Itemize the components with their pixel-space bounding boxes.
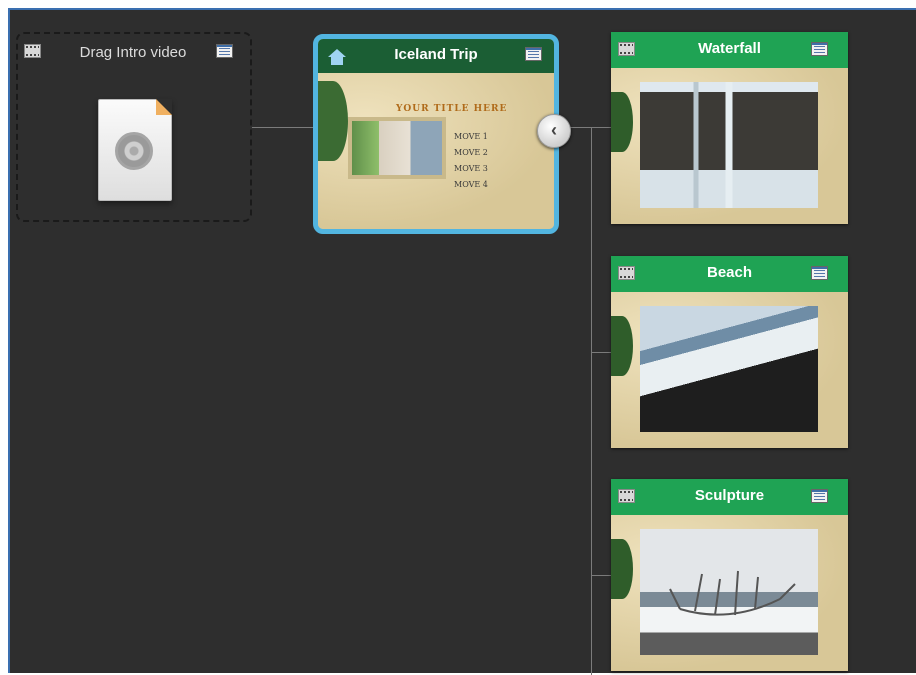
menu-list-icon[interactable] [811, 42, 828, 56]
connector-beach [591, 352, 611, 353]
node-title: Sculpture [694, 487, 765, 504]
node-title: Beach [706, 264, 753, 281]
preview-photo [348, 117, 446, 179]
waterfall-photo [640, 82, 818, 208]
node-preview [611, 68, 848, 224]
node-preview [611, 515, 848, 671]
node-header: Beach [611, 256, 848, 292]
menu-item: MOVE 3 [454, 164, 488, 173]
menu-list-icon[interactable] [811, 489, 828, 503]
leaf-decoration [318, 81, 348, 161]
video-file-icon [98, 99, 172, 201]
node-header: Sculpture [611, 479, 848, 515]
submenu-node-sculpture[interactable]: Sculpture [611, 479, 848, 671]
submenu-node-waterfall[interactable]: Waterfall [611, 32, 848, 224]
connector-sculpture [591, 575, 611, 576]
home-menu-header: Iceland Trip [318, 39, 554, 73]
film-strip-icon [618, 489, 635, 503]
leaf-decoration [611, 539, 633, 599]
connector-intro-home [252, 127, 313, 128]
menu-item: MOVE 2 [454, 148, 488, 157]
node-preview [611, 292, 848, 448]
connector-waterfall [591, 127, 611, 128]
home-menu-title: Iceland Trip [394, 46, 478, 63]
menu-item: MOVE 4 [454, 180, 488, 189]
menu-template-preview [318, 73, 554, 229]
sculpture-shape [669, 570, 796, 616]
home-icon [328, 49, 346, 65]
menu-item: MOVE 1 [454, 132, 488, 141]
node-title: Waterfall [698, 40, 761, 57]
menu-list-icon[interactable] [525, 47, 542, 61]
beach-photo [640, 306, 818, 432]
film-strip-icon [24, 44, 41, 58]
intro-label: Drag Intro video [79, 44, 187, 61]
menu-list-icon[interactable] [216, 44, 233, 58]
sculpture-photo [640, 529, 818, 655]
connector-vertical [591, 127, 592, 675]
intro-video-dropzone[interactable]: Drag Intro video [16, 32, 252, 222]
node-header: Waterfall [611, 32, 848, 68]
collapse-button[interactable]: ‹ [537, 114, 571, 148]
home-menu-node[interactable]: Iceland Trip YOUR TITLE HERE MOVE 1 MOVE… [313, 34, 559, 234]
film-strip-icon [618, 42, 635, 56]
film-strip-icon [618, 266, 635, 280]
template-title: YOUR TITLE HERE [396, 104, 508, 114]
menu-list-icon[interactable] [811, 266, 828, 280]
submenu-node-beach[interactable]: Beach [611, 256, 848, 448]
leaf-decoration [611, 316, 633, 376]
leaf-decoration [611, 92, 633, 152]
menu-tree-canvas: Drag Intro video Iceland Trip YOUR TITLE… [8, 8, 916, 675]
